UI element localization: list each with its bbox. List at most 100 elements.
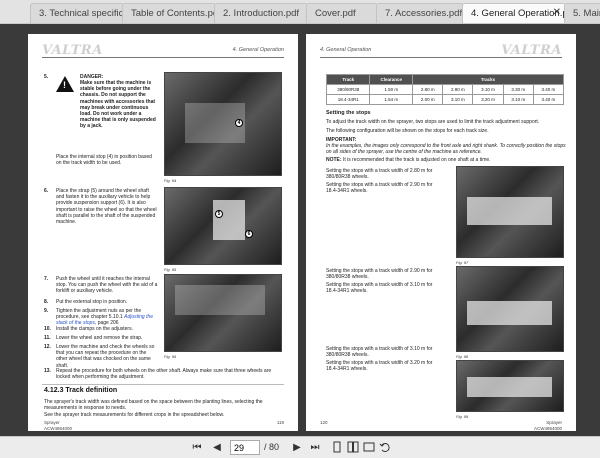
step-text: Lower the wheel and remove the strap.	[56, 335, 143, 341]
column-header: Tracks	[412, 74, 564, 85]
stop-setting-text: Setting the stops with a track width of …	[326, 268, 433, 281]
table-row: 380/80R38 1.50 m 2.80 m 2.90 m 3.10 m 3.…	[325, 84, 565, 95]
danger-text: Make sure that the machine is stable bef…	[80, 80, 156, 130]
page-total: / 80	[264, 442, 280, 452]
step-text: Repeat the procedure for both wheels on …	[56, 368, 272, 381]
stop-setting-text: Setting the stops with a track width of …	[326, 168, 433, 181]
paragraph: The following configuration will be show…	[326, 128, 489, 134]
table-cell: 380/80R38	[325, 84, 371, 95]
photo-figure-96	[164, 274, 282, 352]
table-cell: 3.10 m	[472, 84, 504, 95]
divider	[42, 57, 284, 58]
step-text: Tighten the adjustment nuts as per the p…	[56, 308, 158, 327]
stop-setting-text: Setting the stops with a track width of …	[326, 360, 433, 373]
brand-logo: VALTRA	[501, 43, 562, 58]
photo-figure-98	[456, 266, 564, 352]
document-viewer[interactable]: VALTRA 4. General Operation 5. ! DANGER:…	[0, 24, 600, 436]
photo-figure-99	[456, 360, 564, 412]
fit-page-icon[interactable]	[362, 441, 376, 455]
page-left: VALTRA 4. General Operation 5. ! DANGER:…	[28, 34, 298, 431]
subsection-title: Setting the stops	[326, 110, 371, 116]
tab-main[interactable]: 5. Main	[564, 3, 600, 23]
figure-caption: Fig. 97	[456, 260, 469, 265]
table-cell: 18.4-34R1	[325, 94, 371, 105]
callout-marker: 6	[245, 230, 253, 238]
tab-general-operation[interactable]: 4. General Operation.pdf ✕	[462, 3, 566, 23]
divider	[320, 57, 562, 58]
rotate-icon[interactable]	[378, 441, 392, 455]
table-cell: 2.00 m	[412, 94, 444, 105]
important-text: In the examples, the images only corresp…	[326, 143, 566, 156]
stop-setting-text: Setting the stops with a track width of …	[326, 346, 433, 359]
table-cell: 2.90 m	[442, 84, 474, 95]
step-number: 7.	[44, 276, 49, 282]
tab-technical-specifications[interactable]: 3. Technical specificat...	[30, 3, 124, 23]
previous-page-icon[interactable]: ◀	[210, 441, 224, 455]
next-page-icon[interactable]: ▶	[290, 441, 304, 455]
photo-figure-94: 4	[164, 72, 282, 176]
table-cell: 3.40 m	[532, 84, 565, 95]
step-text: Install the clamps on the adjusters.	[56, 326, 133, 332]
table-cell: 3.40 m	[532, 94, 565, 105]
figure-caption: Fig. 96	[164, 354, 177, 359]
tab-introduction[interactable]: 2. Introduction.pdf	[214, 3, 308, 23]
tab-label: 2. Introduction.pdf	[223, 8, 300, 19]
figure-caption: Fig. 94	[164, 178, 177, 183]
figure-caption: Fig. 99	[456, 414, 469, 419]
step-text: Put the external stop in position.	[56, 299, 128, 305]
callout-marker: 4	[235, 119, 243, 127]
step-number: 9.	[44, 308, 49, 314]
paragraph: The sprayer's track width was defined ba…	[44, 399, 263, 412]
table-cell: 1.50 m	[369, 84, 414, 95]
two-page-view-icon[interactable]	[346, 441, 360, 455]
table-cell: 2.80 m	[412, 84, 444, 95]
divider	[42, 384, 284, 385]
step-number: 8.	[44, 299, 49, 305]
step-number: 5.	[44, 74, 49, 80]
tab-table-of-contents[interactable]: Table of Contents.pdf	[122, 3, 216, 23]
step-text: Place the strap (5) around the wheel sha…	[56, 188, 157, 226]
track-table: Track Clearance Tracks 380/80R38 1.50 m …	[325, 74, 565, 105]
step-number: 13.	[44, 368, 51, 374]
tab-accessories[interactable]: 7. Accessories.pdf	[376, 3, 464, 23]
tab-label: Table of Contents.pdf	[131, 8, 216, 19]
stop-setting-text: Setting the stops with a track width of …	[326, 182, 433, 195]
tab-label: 7. Accessories.pdf	[385, 8, 463, 19]
note: NOTE: It is recommended that the track i…	[326, 157, 566, 163]
first-page-icon[interactable]: ⏮	[190, 441, 204, 455]
table-cell: 1.54 m	[369, 94, 414, 105]
close-icon[interactable]: ✕	[553, 7, 561, 18]
footer-right: Sprayer ACW4864000	[533, 420, 562, 431]
tab-bar: 3. Technical specificat... Table of Cont…	[0, 0, 600, 24]
last-page-icon[interactable]: ⏭	[308, 441, 322, 455]
page-number: 120	[320, 420, 328, 425]
figure-caption: Fig. 95	[164, 267, 177, 272]
single-page-view-icon[interactable]	[330, 441, 344, 455]
page-right: 4. General Operation VALTRA Track Cleara…	[306, 34, 576, 431]
note-label: NOTE:	[326, 157, 342, 163]
section-header: 4. General Operation	[320, 47, 372, 53]
page-number-input[interactable]	[230, 440, 260, 455]
step-number: 10.	[44, 326, 51, 332]
step-text: Push the wheel until it reaches the inte…	[56, 276, 158, 295]
column-header: Clearance	[369, 74, 414, 85]
step-number: 6.	[44, 188, 49, 194]
table-cell: 3.10 m	[502, 94, 534, 105]
tab-label: 5. Main	[573, 8, 600, 19]
navigation-toolbar: ⏮ ◀ / 80 ▶ ⏭	[0, 436, 600, 458]
table-cell: 3.30 m	[502, 84, 534, 95]
footer-left: Sprayer ACW4864000	[44, 420, 73, 431]
paragraph: To adjust the track width on the sprayer…	[326, 119, 540, 125]
photo-figure-97	[456, 166, 564, 258]
table-cell: 3.10 m	[442, 94, 474, 105]
section-title: 4.12.3 Track definition	[44, 387, 118, 394]
section-header: 4. General Operation	[232, 47, 284, 53]
tab-cover[interactable]: Cover.pdf	[306, 3, 378, 23]
column-header: Track	[325, 74, 371, 85]
callout-marker: 5	[215, 210, 223, 218]
step-text: Lower the machine and check the wheels s…	[56, 344, 155, 369]
note-text: It is recommended that the track is adju…	[342, 157, 491, 163]
photo-figure-95: 5 6	[164, 187, 282, 265]
tab-label: 3. Technical specificat...	[39, 8, 124, 19]
tab-label: Cover.pdf	[315, 8, 356, 19]
